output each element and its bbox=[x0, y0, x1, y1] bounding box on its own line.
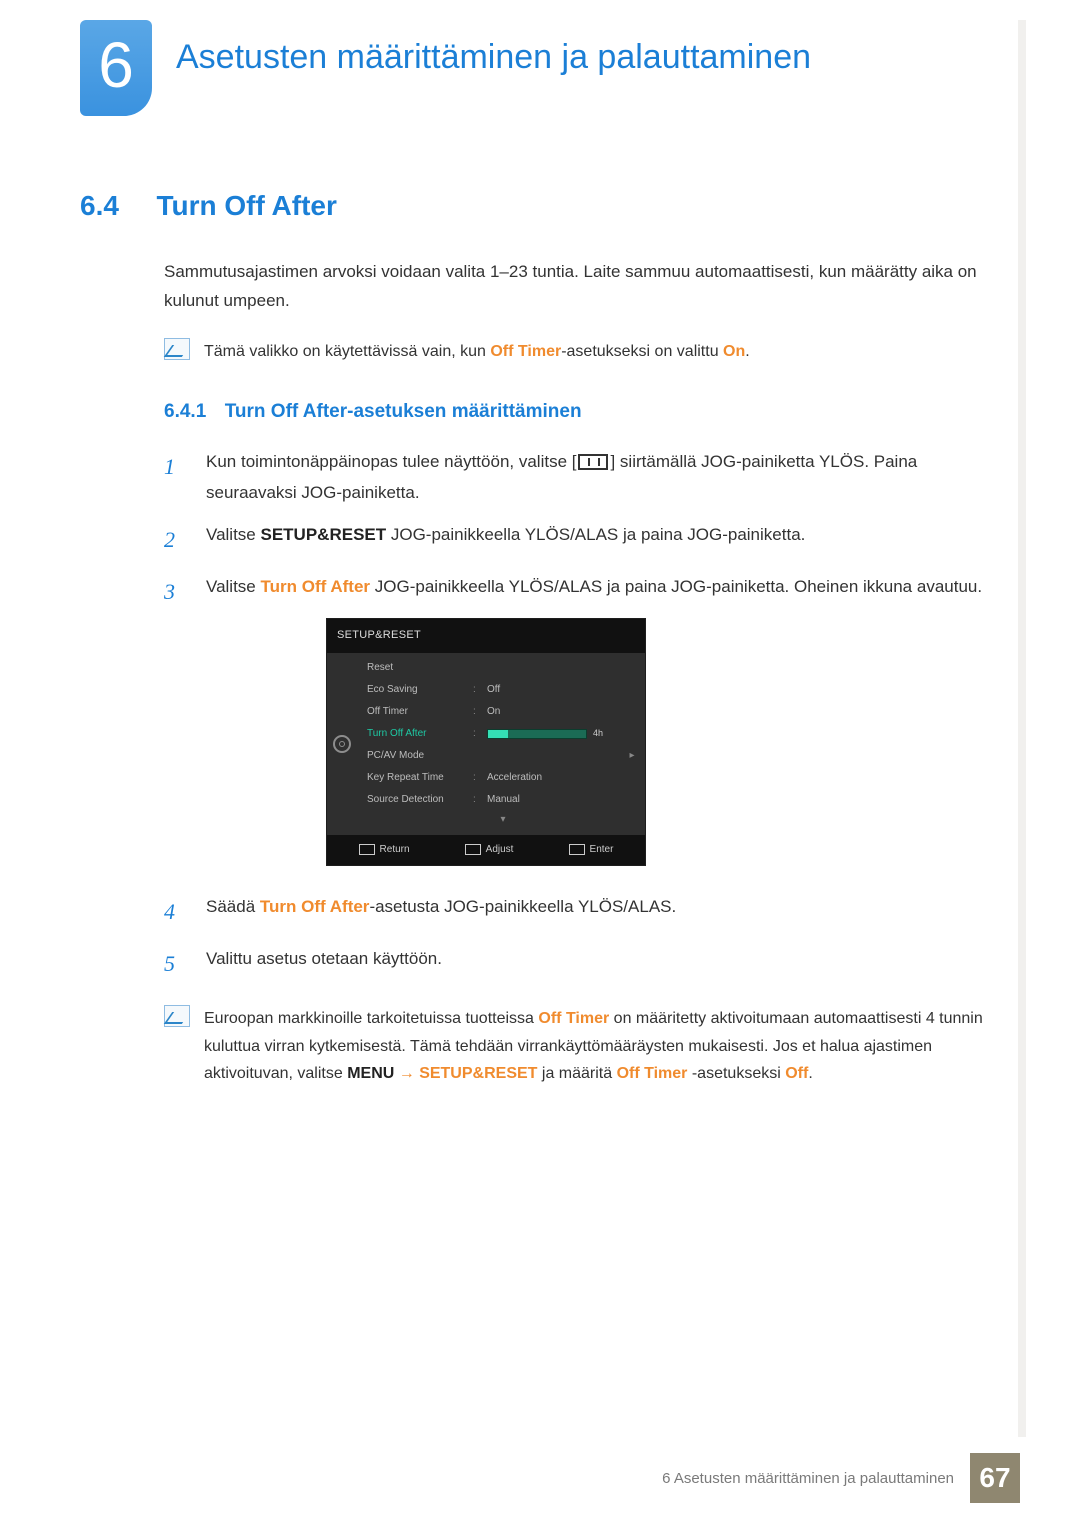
osd-row-turnoffafter: Turn Off After : 4h bbox=[361, 723, 645, 745]
osd-footer: Return Adjust Enter bbox=[327, 835, 645, 865]
note1-accent2: On bbox=[723, 343, 745, 360]
note-icon bbox=[164, 1005, 190, 1027]
osd-foot-adjust: Adjust bbox=[465, 841, 514, 859]
page-footer: 6 Asetusten määrittäminen ja palauttamin… bbox=[662, 1453, 1020, 1503]
section-number: 6.4 bbox=[80, 190, 152, 222]
side-strip bbox=[1018, 20, 1026, 1437]
chapter-title: Asetusten määrittäminen ja palauttaminen bbox=[176, 38, 811, 77]
step-5-text: Valittu asetus otetaan käyttöön. bbox=[206, 944, 1000, 984]
step3-accent: Turn Off After bbox=[261, 577, 371, 596]
step-4: 4 Säädä Turn Off After-asetusta JOG-pain… bbox=[164, 892, 1000, 932]
note-1-text: Tämä valikko on käytettävissä vain, kun … bbox=[204, 338, 750, 365]
step-3-text: Valitse Turn Off After JOG-painikkeella … bbox=[206, 572, 1000, 880]
note-1: Tämä valikko on käytettävissä vain, kun … bbox=[164, 338, 1000, 365]
subsection-title: Turn Off After-asetuksen määrittäminen bbox=[225, 401, 582, 422]
osd-screenshot: SETUP&RESET Reset bbox=[326, 618, 1000, 866]
osd-foot-return: Return bbox=[359, 841, 410, 859]
step-num-4: 4 bbox=[164, 892, 184, 932]
step-num-5: 5 bbox=[164, 944, 184, 984]
step-1: 1 Kun toimintonäppäinopas tulee näyttöön… bbox=[164, 447, 1000, 508]
osd-row-pcav: PC/AV Mode ▸ bbox=[361, 745, 645, 767]
note1-accent1: Off Timer bbox=[490, 343, 561, 360]
osd-header: SETUP&RESET bbox=[327, 619, 645, 653]
subsection-number: 6.4.1 bbox=[164, 401, 206, 422]
step-num-3: 3 bbox=[164, 572, 184, 880]
section-title: Turn Off After bbox=[156, 190, 336, 222]
note-2: Euroopan markkinoille tarkoitetuissa tuo… bbox=[164, 1005, 1000, 1087]
osd-row-sourcedet: Source Detection : Manual bbox=[361, 789, 645, 811]
step-num-1: 1 bbox=[164, 447, 184, 508]
osd-menu: SETUP&RESET Reset bbox=[326, 618, 646, 866]
note1-mid: -asetukseksi on valittu bbox=[561, 343, 723, 360]
step-5: 5 Valittu asetus otetaan käyttöön. bbox=[164, 944, 1000, 984]
chapter-badge: 6 bbox=[80, 20, 152, 116]
gear-icon bbox=[333, 735, 351, 753]
step2-strong: SETUP&RESET bbox=[261, 525, 387, 544]
chevron-right-icon: ▸ bbox=[625, 747, 639, 765]
chevron-down-icon: ▾ bbox=[361, 811, 645, 831]
step-3: 3 Valitse Turn Off After JOG-painikkeell… bbox=[164, 572, 1000, 880]
step-2: 2 Valitse SETUP&RESET JOG-painikkeella Y… bbox=[164, 520, 1000, 560]
section-intro: Sammutusajastimen arvoksi voidaan valita… bbox=[164, 258, 1000, 316]
subsection-6-4-1: 6.4.1 Turn Off After-asetuksen määrittäm… bbox=[164, 401, 1000, 423]
page: 6 Asetusten määrittäminen ja palauttamin… bbox=[0, 0, 1080, 1527]
osd-row-eco: Eco Saving : Off bbox=[361, 679, 645, 701]
note1-pre: Tämä valikko on käytettävissä vain, kun bbox=[204, 343, 490, 360]
osd-foot-enter: Enter bbox=[569, 841, 614, 859]
step-1-text: Kun toimintonäppäinopas tulee näyttöön, … bbox=[206, 447, 1000, 508]
page-number: 67 bbox=[970, 1453, 1020, 1503]
step-2-text: Valitse SETUP&RESET JOG-painikkeella YLÖ… bbox=[206, 520, 1000, 560]
section-6-4: 6.4 Turn Off After Sammutusajastimen arv… bbox=[80, 190, 1000, 1087]
osd-body: Reset Eco Saving : Off Off Timer bbox=[327, 653, 645, 835]
osd-list: Reset Eco Saving : Off Off Timer bbox=[357, 653, 645, 835]
step4-accent: Turn Off After bbox=[260, 897, 370, 916]
note-2-text: Euroopan markkinoille tarkoitetuissa tuo… bbox=[204, 1005, 1000, 1087]
step-4-text: Säädä Turn Off After-asetusta JOG-painik… bbox=[206, 892, 1000, 932]
note-icon bbox=[164, 338, 190, 360]
osd-row-offtimer: Off Timer : On bbox=[361, 701, 645, 723]
osd-left-col bbox=[327, 653, 357, 835]
osd-slider-value: 4h bbox=[593, 728, 603, 738]
note1-post: . bbox=[745, 343, 749, 360]
step-list: 1 Kun toimintonäppäinopas tulee näyttöön… bbox=[164, 447, 1000, 983]
step-num-2: 2 bbox=[164, 520, 184, 560]
osd-slider-bar bbox=[487, 729, 587, 739]
osd-row-reset: Reset bbox=[361, 657, 645, 679]
osd-row-keyrepeat: Key Repeat Time : Acceleration bbox=[361, 767, 645, 789]
footer-text: 6 Asetusten määrittäminen ja palauttamin… bbox=[662, 1470, 954, 1487]
menu-icon bbox=[578, 454, 608, 470]
